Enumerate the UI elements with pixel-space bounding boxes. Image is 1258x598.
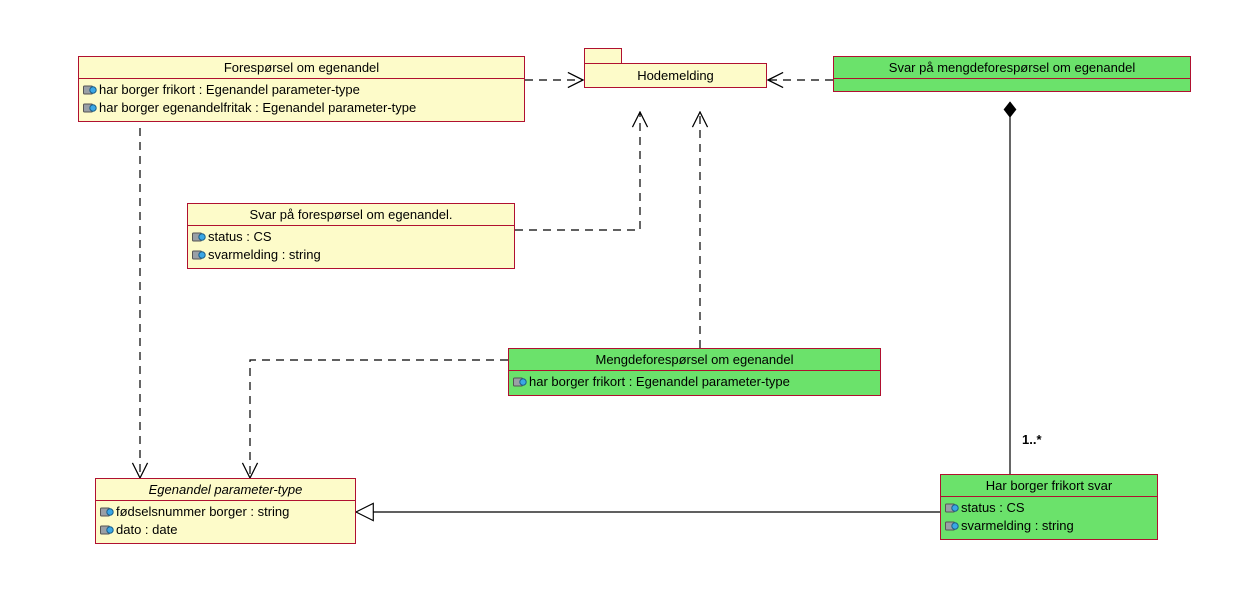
package-title: Hodemelding [637,68,714,83]
class-body: status : CS svarmelding : string [188,226,514,268]
class-svar-foresporsel: Svar på forespørsel om egenandel. status… [187,203,515,269]
class-svar-mengdeforesporsel: Svar på mengdeforespørsel om egenandel [833,56,1191,92]
attribute-row: status : CS [945,499,1153,517]
attribute-row: svarmelding : string [945,517,1153,535]
class-title: Har borger frikort svar [941,475,1157,497]
attribute-icon [192,230,206,244]
attribute-row: fødselsnummer borger : string [100,503,351,521]
package-tab [584,48,622,64]
attribute-row: har borger frikort : Egenandel parameter… [513,373,876,391]
edge-svarfor-to-hodemelding [515,112,640,230]
attribute-icon [945,519,959,533]
attribute-row: status : CS [192,228,510,246]
class-body: har borger frikort : Egenandel parameter… [79,79,524,121]
class-egenandel-parameter-type: Egenandel parameter-type fødselsnummer b… [95,478,356,544]
package-hodemelding: Hodemelding [584,48,767,112]
attribute-icon [945,501,959,515]
class-body: status : CS svarmelding : string [941,497,1157,539]
attribute-icon [100,523,114,537]
attribute-icon [100,505,114,519]
class-title: Egenandel parameter-type [96,479,355,501]
attribute-text: fødselsnummer borger : string [116,503,289,521]
multiplicity-label: 1..* [1022,432,1042,447]
class-title: Svar på forespørsel om egenandel. [188,204,514,226]
attribute-icon [83,101,97,115]
attribute-icon [192,248,206,262]
class-body [834,79,1190,91]
attribute-text: har borger frikort : Egenandel parameter… [529,373,790,391]
attribute-icon [83,83,97,97]
attribute-text: svarmelding : string [208,246,321,264]
attribute-row: har borger frikort : Egenandel parameter… [83,81,520,99]
attribute-icon [513,375,527,389]
diagram-canvas: Forespørsel om egenandel har borger frik… [0,0,1258,598]
class-title: Svar på mengdeforespørsel om egenandel [834,57,1190,79]
attribute-text: status : CS [208,228,272,246]
attribute-row: svarmelding : string [192,246,510,264]
attribute-row: har borger egenandelfritak : Egenandel p… [83,99,520,117]
package-body: Hodemelding [584,63,767,88]
attribute-text: svarmelding : string [961,517,1074,535]
attribute-row: dato : date [100,521,351,539]
class-body: fødselsnummer borger : string dato : dat… [96,501,355,543]
attribute-text: har borger frikort : Egenandel parameter… [99,81,360,99]
attribute-text: har borger egenandelfritak : Egenandel p… [99,99,416,117]
class-har-borger-frikort-svar: Har borger frikort svar status : CS svar… [940,474,1158,540]
class-title: Mengdeforespørsel om egenandel [509,349,880,371]
class-mengdeforesporsel: Mengdeforespørsel om egenandel har borge… [508,348,881,396]
class-body: har borger frikort : Egenandel parameter… [509,371,880,395]
edge-mengdefor-to-param [250,360,508,478]
attribute-text: dato : date [116,521,177,539]
class-foresporsel-om-egenandel: Forespørsel om egenandel har borger frik… [78,56,525,122]
class-title: Forespørsel om egenandel [79,57,524,79]
attribute-text: status : CS [961,499,1025,517]
